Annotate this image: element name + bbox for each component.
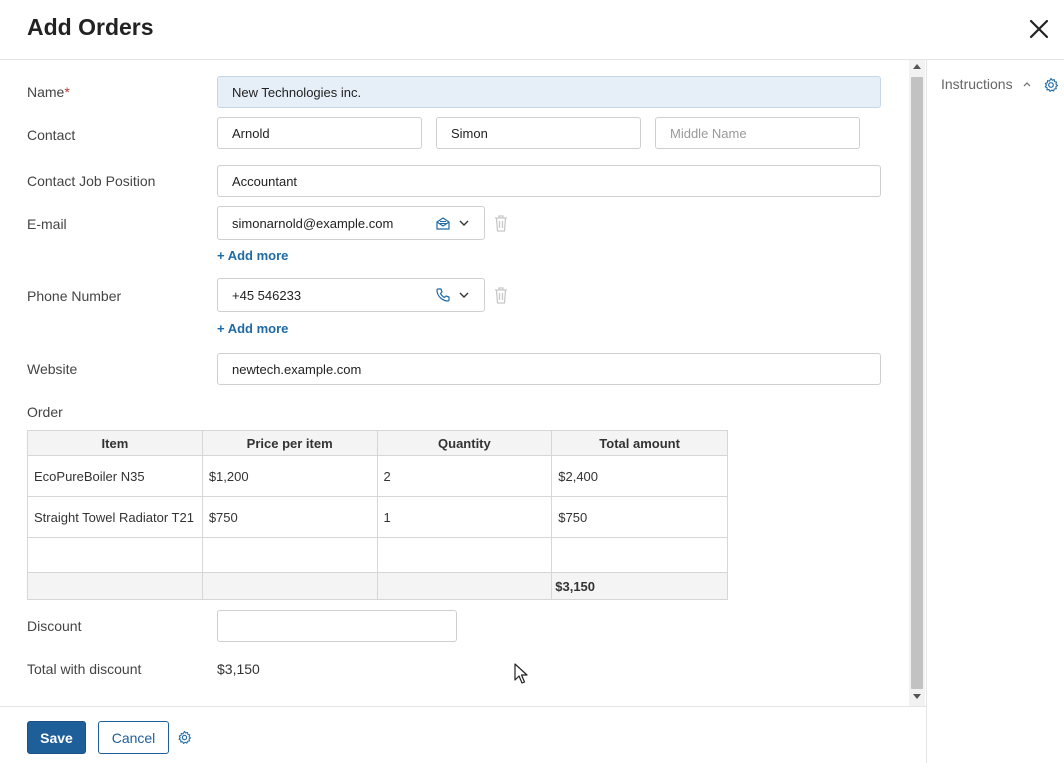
- column-header-quantity: Quantity: [376, 430, 553, 456]
- table-cell[interactable]: [27, 537, 203, 573]
- name-input-value: New Technologies inc.: [232, 84, 362, 100]
- table-cell[interactable]: 1: [376, 496, 553, 538]
- table-header-row: Item Price per item Quantity Total amoun…: [27, 430, 728, 456]
- website-input[interactable]: newtech.example.com: [217, 353, 881, 385]
- table-cell: [27, 572, 203, 600]
- column-header-item: Item: [27, 430, 203, 456]
- scroll-down-arrow[interactable]: [913, 694, 921, 699]
- contact-last-name-input[interactable]: Simon: [436, 117, 641, 149]
- name-label-text: Name: [27, 84, 65, 100]
- contact-middle-name-input[interactable]: Middle Name: [655, 117, 860, 149]
- trash-icon[interactable]: [493, 214, 509, 232]
- table-cell[interactable]: [376, 537, 553, 573]
- table-cell[interactable]: Straight Towel Radiator T21: [27, 496, 203, 538]
- trash-icon[interactable]: [493, 286, 509, 304]
- middle-name-placeholder: Middle Name: [670, 125, 747, 141]
- scroll-thumb[interactable]: [911, 77, 923, 689]
- chevron-up-icon[interactable]: [1021, 78, 1033, 90]
- table-total-cell: $3,150: [551, 572, 728, 600]
- website-label: Website: [27, 361, 78, 377]
- total-with-discount-label: Total with discount: [27, 661, 142, 677]
- discount-label: Discount: [27, 618, 82, 634]
- table-cell: [376, 572, 553, 600]
- contact-last-name-value: Simon: [451, 125, 488, 141]
- table-cell[interactable]: EcoPureBoiler N35: [27, 455, 203, 497]
- gear-icon[interactable]: [1043, 77, 1059, 93]
- table-cell[interactable]: $1,200: [201, 455, 378, 497]
- table-cell[interactable]: [551, 537, 728, 573]
- phone-icon[interactable]: [435, 287, 451, 303]
- close-icon[interactable]: [1026, 16, 1052, 42]
- email-label: E-mail: [27, 216, 67, 232]
- phone-input[interactable]: +45 546233: [217, 278, 485, 312]
- instructions-title[interactable]: Instructions: [941, 76, 1013, 92]
- job-position-value: Accountant: [232, 173, 298, 189]
- column-header-total: Total amount: [551, 430, 728, 456]
- required-marker: *: [64, 84, 70, 100]
- form-area: Name* New Technologies inc. Contact Arno…: [0, 60, 909, 706]
- phone-add-more-link[interactable]: + Add more: [217, 321, 288, 336]
- page-title: Add Orders: [27, 14, 154, 40]
- table-total-row: $3,150: [27, 572, 728, 600]
- table-cell[interactable]: 2: [376, 455, 553, 497]
- job-position-label: Contact Job Position: [27, 173, 156, 189]
- table-cell[interactable]: $750: [551, 496, 728, 538]
- dialog-header: Add Orders: [0, 0, 1064, 60]
- table-row-empty: [27, 537, 728, 573]
- phone-value: +45 546233: [232, 287, 302, 303]
- cancel-button[interactable]: Cancel: [98, 721, 169, 754]
- email-input[interactable]: simonarnold@example.com: [217, 206, 485, 240]
- email-add-more-link[interactable]: + Add more: [217, 248, 288, 263]
- save-button[interactable]: Save: [27, 721, 86, 754]
- scroll-up-arrow[interactable]: [913, 64, 921, 69]
- table-row: EcoPureBoiler N35 $1,200 2 $2,400: [27, 455, 728, 497]
- table-cell[interactable]: [201, 537, 378, 573]
- table-cell: [201, 572, 378, 600]
- total-with-discount-value: $3,150: [217, 661, 260, 677]
- dialog-footer: Save Cancel: [0, 706, 926, 763]
- table-cell[interactable]: $750: [201, 496, 378, 538]
- phone-label: Phone Number: [27, 288, 122, 304]
- instructions-panel: Instructions: [926, 60, 1064, 763]
- table-row: Straight Towel Radiator T21 $750 1 $750: [27, 496, 728, 538]
- contact-label: Contact: [27, 127, 76, 143]
- table-cell[interactable]: $2,400: [551, 455, 728, 497]
- name-label: Name*: [27, 84, 70, 100]
- contact-first-name-value: Arnold: [232, 125, 270, 141]
- order-table: Item Price per item Quantity Total amoun…: [27, 430, 728, 600]
- mouse-cursor-icon: [514, 663, 528, 684]
- form-scrollbar[interactable]: [909, 60, 925, 706]
- chevron-down-icon[interactable]: [458, 215, 470, 231]
- gear-icon[interactable]: [177, 730, 192, 745]
- name-input[interactable]: New Technologies inc.: [217, 76, 881, 108]
- email-value: simonarnold@example.com: [232, 215, 394, 231]
- discount-input[interactable]: [217, 610, 457, 642]
- website-value: newtech.example.com: [232, 361, 362, 377]
- job-position-input[interactable]: Accountant: [217, 165, 881, 197]
- chevron-down-icon[interactable]: [458, 287, 470, 303]
- column-header-price: Price per item: [201, 430, 378, 456]
- envelope-icon[interactable]: [435, 215, 451, 231]
- order-label: Order: [27, 404, 63, 420]
- contact-first-name-input[interactable]: Arnold: [217, 117, 422, 149]
